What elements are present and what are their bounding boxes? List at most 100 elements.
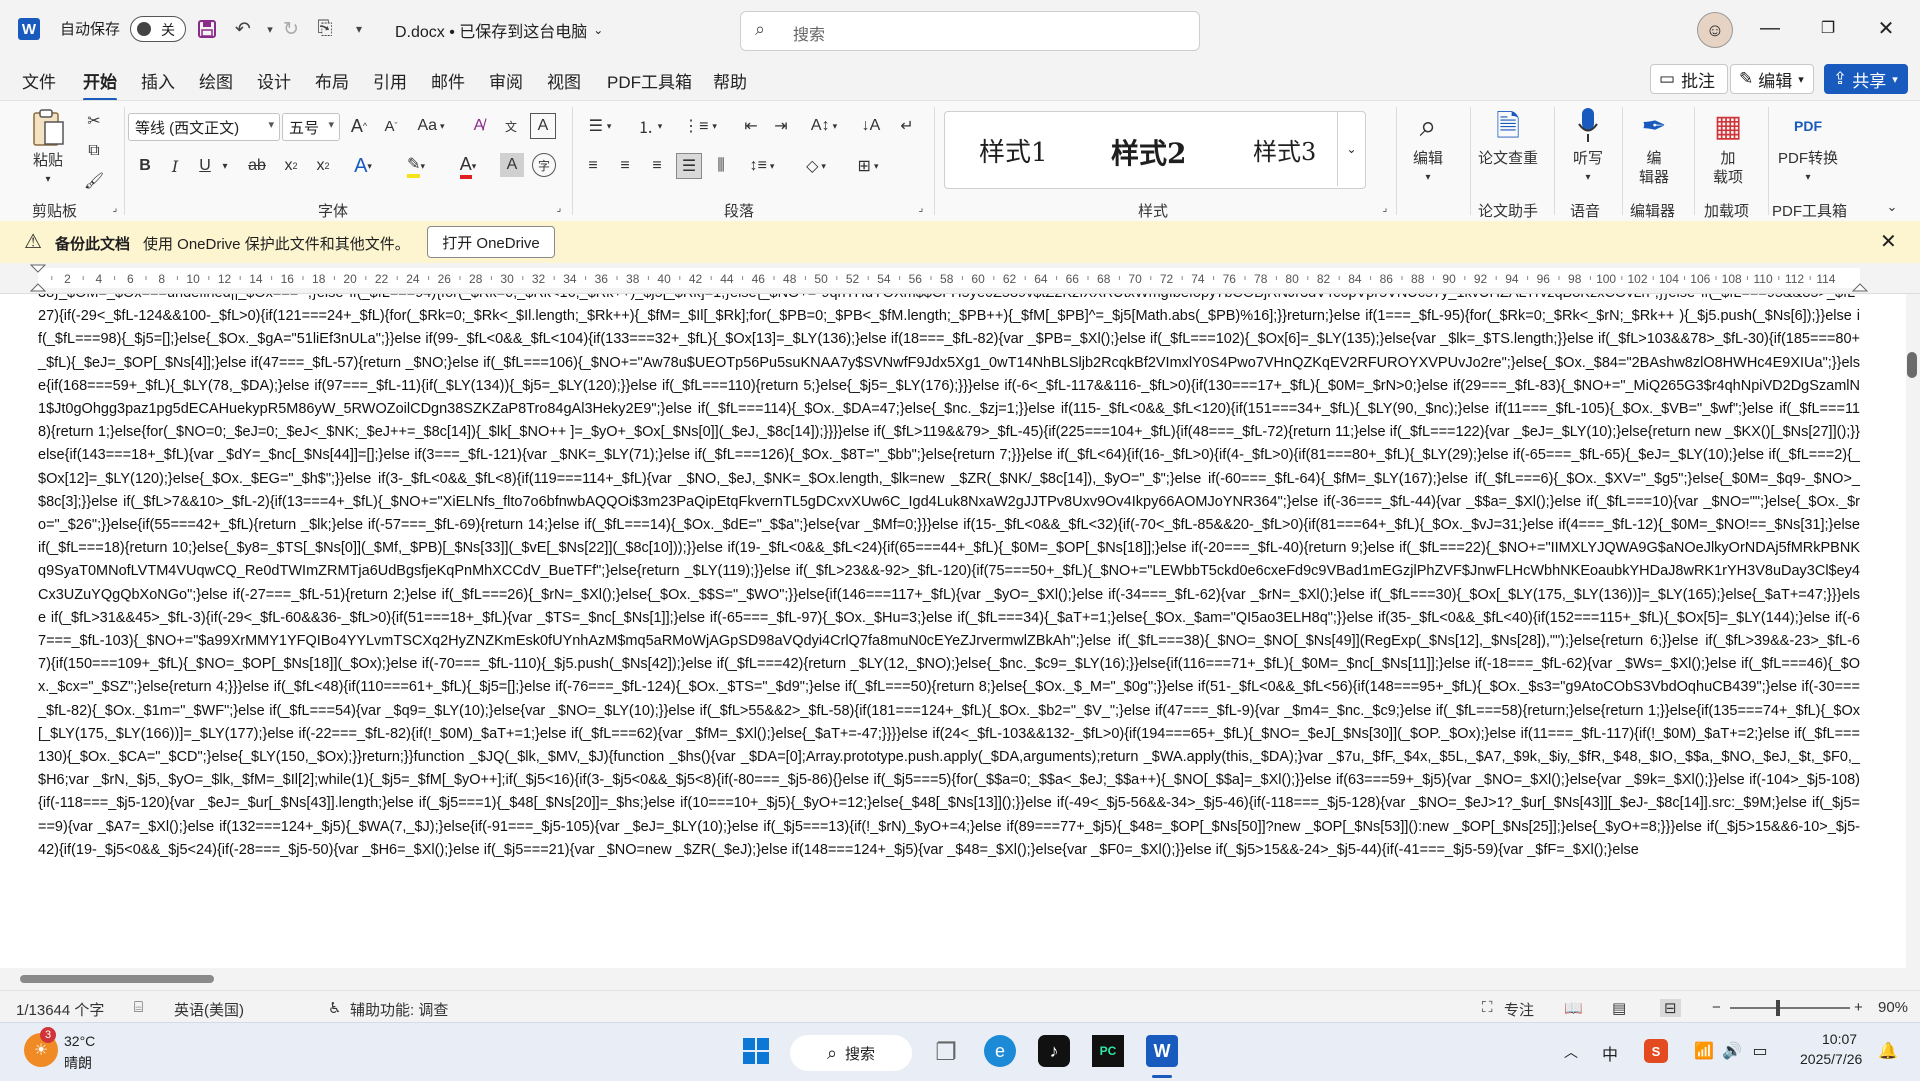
align-center-icon[interactable]: ≡ [612, 153, 638, 179]
task-view-icon[interactable]: ❐ [930, 1037, 962, 1067]
pycharm-icon[interactable]: PC [1092, 1035, 1124, 1067]
taskbar-search[interactable]: ⌕ 搜索 [790, 1035, 912, 1071]
justify-icon[interactable]: ☰ [676, 153, 702, 179]
tab-mailings[interactable]: 邮件 [431, 68, 465, 93]
share-button[interactable]: ⇪ 共享 ▾ [1824, 64, 1908, 94]
quick-access-custom-icon[interactable]: ⎘ [312, 16, 338, 42]
paper-check-button[interactable]: 🗎 论文查重 [1478, 105, 1538, 168]
tab-pdf-toolbox[interactable]: PDF工具箱 [607, 68, 692, 93]
tiktok-icon[interactable]: ♪ [1038, 1035, 1070, 1067]
zoom-level[interactable]: 90% [1878, 999, 1908, 1016]
show-marks-icon[interactable]: ↵ [894, 113, 920, 139]
edit-mode-button[interactable]: ✎ 编辑 ▾ [1730, 64, 1814, 94]
tab-file[interactable]: 文件 [22, 68, 56, 93]
style-item-1[interactable]: 样式1 [979, 132, 1048, 169]
vertical-scrollbar[interactable] [1906, 294, 1920, 968]
avatar[interactable]: ☺ [1697, 12, 1733, 48]
change-case-icon[interactable]: Aa ▾ [412, 113, 450, 139]
dialog-launcher-icon[interactable]: ⌟ [552, 201, 566, 215]
save-icon[interactable] [194, 16, 220, 42]
accessibility-status[interactable]: 辅助功能: 调查 [350, 999, 448, 1020]
enclose-character-icon[interactable]: 字 [532, 153, 556, 177]
weather-temp[interactable]: 32°C [64, 1033, 95, 1049]
shading-icon[interactable]: ◇ ▾ [796, 153, 836, 179]
tab-draw[interactable]: 绘图 [199, 68, 233, 93]
sogou-icon[interactable]: S [1644, 1039, 1668, 1063]
editing-button[interactable]: ⌕ 编辑 ▾ [1408, 105, 1448, 187]
highlight-icon[interactable]: ✎ ▾ [396, 153, 436, 179]
text-effects-icon[interactable]: A ▾ [346, 153, 380, 179]
dialog-launcher-icon[interactable]: ⌟ [108, 201, 122, 215]
paste-button[interactable]: 粘贴 ▾ [28, 107, 68, 189]
align-left-icon[interactable]: ≡ [580, 153, 606, 179]
increase-indent-icon[interactable]: ⇥ [768, 113, 794, 139]
close-icon[interactable]: ✕ [1866, 10, 1906, 46]
italic-icon[interactable]: I [162, 153, 188, 179]
distributed-icon[interactable]: ⫼ [708, 153, 734, 179]
volume-icon[interactable]: 🔊 [1720, 1039, 1744, 1063]
tab-home[interactable]: 开始 [83, 68, 117, 101]
grow-font-icon[interactable]: A ^ [346, 113, 372, 139]
editor-button[interactable]: ✒ 编 辑器 [1634, 105, 1674, 187]
weather-desc[interactable]: 晴朗 [64, 1053, 92, 1073]
start-icon[interactable] [740, 1035, 772, 1067]
font-color-icon[interactable]: A ▾ [448, 153, 488, 179]
clock-date[interactable]: 2025/7/26 [1800, 1051, 1862, 1067]
bold-icon[interactable]: B [132, 153, 158, 179]
customize-toolbar-icon[interactable]: ▾ [346, 16, 372, 42]
dialog-launcher-icon[interactable]: ⌟ [1378, 201, 1392, 215]
zoom-slider-thumb[interactable] [1776, 1000, 1780, 1016]
notification-bell-icon[interactable]: 🔔 [1876, 1039, 1900, 1063]
zoom-slider[interactable] [1730, 1007, 1850, 1009]
styles-more-button[interactable]: ⌄ [1337, 112, 1365, 186]
collapse-ribbon-icon[interactable]: ⌄ [1882, 197, 1902, 217]
web-layout-icon[interactable]: ⊟ [1660, 999, 1681, 1017]
document-title[interactable]: D.docx • 已保存到这台电脑 ⌄ [395, 18, 603, 42]
clock-time[interactable]: 10:07 [1822, 1031, 1857, 1047]
borders-icon[interactable]: ⊞ ▾ [848, 153, 888, 179]
document-page[interactable]: 38}_$OM=_$Ox===undefined||_$Ox===``;}els… [0, 294, 1906, 968]
search-box[interactable]: ⌕ 搜索 [740, 11, 1200, 51]
close-icon[interactable]: ✕ [1880, 229, 1897, 254]
multilevel-list-icon[interactable]: ⋮≡ ▾ [680, 113, 720, 139]
undo-icon[interactable]: ↶ [230, 16, 256, 42]
font-name-select[interactable]: 等线 (西文正文) ▾ [128, 113, 280, 141]
focus-icon[interactable]: ⛶ [1482, 999, 1493, 1016]
accessibility-icon[interactable]: ♿ [328, 999, 341, 1017]
strikethrough-icon[interactable]: ab [244, 153, 270, 179]
phonetic-guide-icon[interactable]: 文 [498, 113, 524, 139]
chevron-up-icon[interactable]: ︿ [1560, 1041, 1582, 1063]
redo-icon[interactable]: ↻ [278, 16, 304, 42]
tab-review[interactable]: 审阅 [489, 68, 523, 93]
underline-icon[interactable]: U [192, 153, 218, 179]
addins-button[interactable]: ▦ 加 载项 [1708, 105, 1748, 187]
proofing-icon[interactable]: ⌸ [134, 999, 143, 1016]
style-item-2[interactable]: 样式2 [1111, 132, 1186, 172]
tab-references[interactable]: 引用 [373, 68, 407, 93]
word-count[interactable]: 1/13644 个字 [16, 999, 104, 1020]
character-border-icon[interactable]: A [530, 113, 556, 139]
ime-indicator[interactable]: 中 [1602, 1041, 1618, 1065]
language[interactable]: 英语(美国) [174, 999, 244, 1020]
subscript-icon[interactable]: x2 [278, 153, 304, 179]
tab-insert[interactable]: 插入 [141, 68, 175, 93]
format-painter-icon[interactable]: 🖌 [82, 169, 106, 193]
numbering-icon[interactable]: ⒈ ▾ [630, 113, 670, 139]
decrease-indent-icon[interactable]: ⇤ [738, 113, 764, 139]
line-spacing-icon[interactable]: ↕≡ ▾ [742, 153, 782, 179]
sort-icon[interactable]: ↓A [858, 113, 884, 139]
edge-icon[interactable]: e [984, 1035, 1016, 1067]
wifi-icon[interactable]: 📶 [1692, 1039, 1716, 1063]
print-layout-icon[interactable]: ▤ [1612, 999, 1626, 1017]
word-taskbar-icon[interactable]: W [1146, 1035, 1178, 1067]
font-size-select[interactable]: 五号 ▾ [282, 113, 340, 141]
zoom-out-icon[interactable]: − [1712, 999, 1721, 1016]
tab-layout[interactable]: 布局 [315, 68, 349, 93]
tab-help[interactable]: 帮助 [713, 68, 747, 93]
clear-formatting-icon[interactable]: A̸ [466, 113, 492, 139]
horizontal-scrollbar-thumb[interactable] [20, 975, 214, 983]
shrink-font-icon[interactable]: Aˇ [378, 113, 404, 139]
cut-icon[interactable]: ✂ [82, 109, 106, 133]
style-item-3[interactable]: 样式3 [1253, 132, 1316, 167]
minimize-icon[interactable]: — [1750, 10, 1790, 46]
